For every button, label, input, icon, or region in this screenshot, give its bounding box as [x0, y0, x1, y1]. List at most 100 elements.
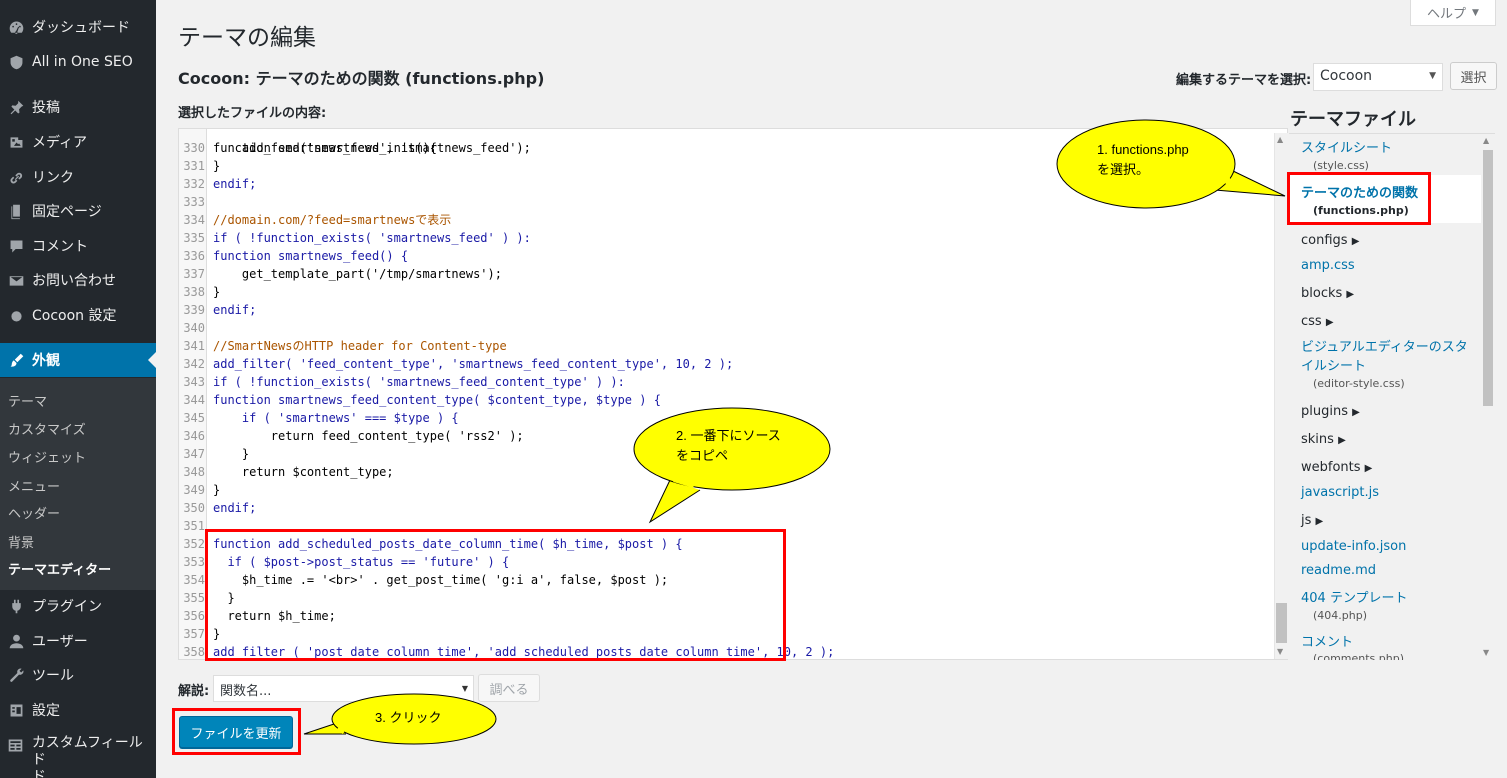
file-sub: (editor-style.css)	[1313, 377, 1405, 390]
highlight-box-code	[205, 529, 786, 661]
line-number: 336	[183, 249, 205, 263]
code-text: }	[213, 285, 221, 299]
select-theme-button[interactable]: 選択	[1450, 62, 1497, 90]
code-text: if ( 'smartnews' === $type ) {	[213, 411, 459, 425]
line-number: 354	[183, 573, 205, 587]
comment-icon	[0, 238, 32, 255]
line-number: 340	[183, 321, 205, 335]
menu-pages[interactable]: 固定ページ	[0, 194, 156, 228]
mail-icon	[0, 272, 32, 289]
menu-label-line2: ド	[31, 769, 46, 778]
menu-appearance[interactable]: 外観	[0, 343, 156, 377]
menu-dashboard[interactable]: ダッシュボード	[0, 10, 156, 44]
settings-icon	[0, 702, 32, 719]
file-javascript-js[interactable]: javascript.js	[1301, 485, 1379, 500]
menu-settings[interactable]: 設定	[0, 693, 156, 727]
expand-arrow-icon: ▶	[1351, 236, 1360, 247]
code-line-partial: function smartnews_feed_init(){	[179, 129, 437, 155]
code-text: //domain.com/?feed=smartnewsで表示	[213, 213, 452, 227]
submenu-background[interactable]: 背景	[8, 532, 34, 551]
dropdown-arrow-icon: ▼	[1429, 71, 1436, 81]
file-404-template[interactable]: 404 テンプレート	[1301, 587, 1408, 606]
scroll-down-icon[interactable]: ▼	[1483, 648, 1489, 657]
highlight-box-functions	[1287, 172, 1431, 225]
callout-text-3: 3. クリック	[375, 710, 442, 725]
callout-text-2: 2. 一番下にソース をコピペ	[676, 426, 781, 466]
dashboard-icon	[0, 19, 32, 36]
menu-plugins[interactable]: プラグイン	[0, 589, 156, 623]
code-text: get_template_part('/tmp/smartnews');	[213, 267, 502, 281]
submenu-customize[interactable]: カスタマイズ	[8, 419, 86, 438]
folder-label: skins	[1301, 432, 1334, 447]
callout-text-1: 1. functions.php を選択。	[1097, 140, 1189, 180]
menu-custom-fields[interactable]: カスタムフィールドド	[0, 735, 156, 778]
line-number: 341	[183, 339, 205, 353]
line-number: 352	[183, 537, 205, 551]
code-text: add_feed('smartnews', 'smartnews_feed');	[213, 141, 531, 155]
admin-sidebar: ダッシュボード All in One SEO 投稿 メディア リンク 固定ページ…	[0, 0, 156, 778]
folder-configs[interactable]: configs ▶	[1301, 233, 1359, 248]
file-comments[interactable]: コメント	[1301, 631, 1353, 650]
submenu-themes[interactable]: テーマ	[8, 391, 47, 410]
line-number: 345	[183, 411, 205, 425]
scroll-down-icon[interactable]: ▼	[1277, 647, 1283, 656]
folder-js[interactable]: js ▶	[1301, 513, 1323, 528]
file-editor-style-css[interactable]: ビジュアルエディターのスタ イルシート	[1301, 338, 1468, 376]
code-text: }	[213, 483, 221, 497]
expand-arrow-icon: ▶	[1315, 516, 1324, 527]
appearance-submenu: テーマ カスタマイズ ウィジェット メニュー ヘッダー 背景 テーマエディター	[0, 378, 156, 590]
menu-label: 固定ページ	[32, 204, 102, 220]
folder-blocks[interactable]: blocks ▶	[1301, 286, 1354, 301]
scroll-up-icon[interactable]: ▲	[1483, 136, 1489, 145]
line-number: 351	[183, 519, 205, 533]
menu-label: 設定	[32, 703, 60, 719]
plugin-icon	[0, 598, 32, 615]
files-scrollbar[interactable]: ▲ ▼	[1481, 134, 1495, 660]
menu-links[interactable]: リンク	[0, 160, 156, 194]
line-number: 344	[183, 393, 205, 407]
code-text: function smartnews_feed() {	[213, 249, 409, 263]
code-text: if ( !function_exists( 'smartnews_feed_c…	[213, 375, 625, 389]
submenu-menus[interactable]: メニュー	[8, 476, 60, 495]
folder-plugins[interactable]: plugins ▶	[1301, 404, 1360, 419]
menu-label: リンク	[32, 170, 74, 186]
file-content-label: 選択したファイルの内容:	[178, 106, 327, 121]
file-readme-md[interactable]: readme.md	[1301, 563, 1376, 578]
expand-arrow-icon: ▶	[1352, 407, 1360, 418]
menu-all-in-one-seo[interactable]: All in One SEO	[0, 45, 156, 79]
user-icon	[0, 633, 32, 650]
menu-label: コメント	[32, 239, 88, 255]
submenu-header[interactable]: ヘッダー	[8, 503, 60, 522]
table-icon	[0, 735, 32, 754]
file-update-info-json[interactable]: update-info.json	[1301, 539, 1406, 554]
menu-tools[interactable]: ツール	[0, 658, 156, 692]
line-number: 337	[183, 267, 205, 281]
doc-select-value: 関数名...	[220, 684, 272, 699]
code-text: add_filter( 'feed_content_type', 'smartn…	[213, 357, 734, 371]
menu-label: ユーザー	[32, 634, 88, 650]
submenu-theme-editor[interactable]: テーマエディター	[8, 559, 111, 578]
theme-select[interactable]: Cocoon ▼	[1313, 63, 1443, 91]
line-number: 332	[183, 177, 205, 191]
editor-scroll-thumb[interactable]	[1276, 603, 1287, 643]
folder-webfonts[interactable]: webfonts ▶	[1301, 460, 1372, 475]
menu-posts[interactable]: 投稿	[0, 90, 156, 124]
menu-media[interactable]: メディア	[0, 125, 156, 159]
menu-cocoon-settings[interactable]: Cocoon 設定	[0, 298, 156, 332]
help-tab[interactable]: ヘルプ ▼	[1410, 0, 1496, 26]
menu-users[interactable]: ユーザー	[0, 624, 156, 658]
code-text: endif;	[213, 177, 257, 191]
file-style-css[interactable]: スタイルシート	[1301, 137, 1392, 156]
menu-label: カスタムフィールド	[31, 735, 143, 768]
submenu-widgets[interactable]: ウィジェット	[8, 447, 86, 466]
files-scroll-thumb[interactable]	[1483, 150, 1493, 406]
file-amp-css[interactable]: amp.css	[1301, 258, 1355, 273]
folder-css[interactable]: css ▶	[1301, 314, 1334, 329]
page-title: テーマの編集	[178, 25, 316, 51]
folder-skins[interactable]: skins ▶	[1301, 432, 1346, 447]
code-text: function smartnews_feed_content_type( $c…	[213, 393, 661, 407]
menu-contact[interactable]: お問い合わせ	[0, 263, 156, 297]
code-text: }	[213, 159, 221, 173]
menu-comments[interactable]: コメント	[0, 229, 156, 263]
pin-icon	[0, 99, 32, 116]
